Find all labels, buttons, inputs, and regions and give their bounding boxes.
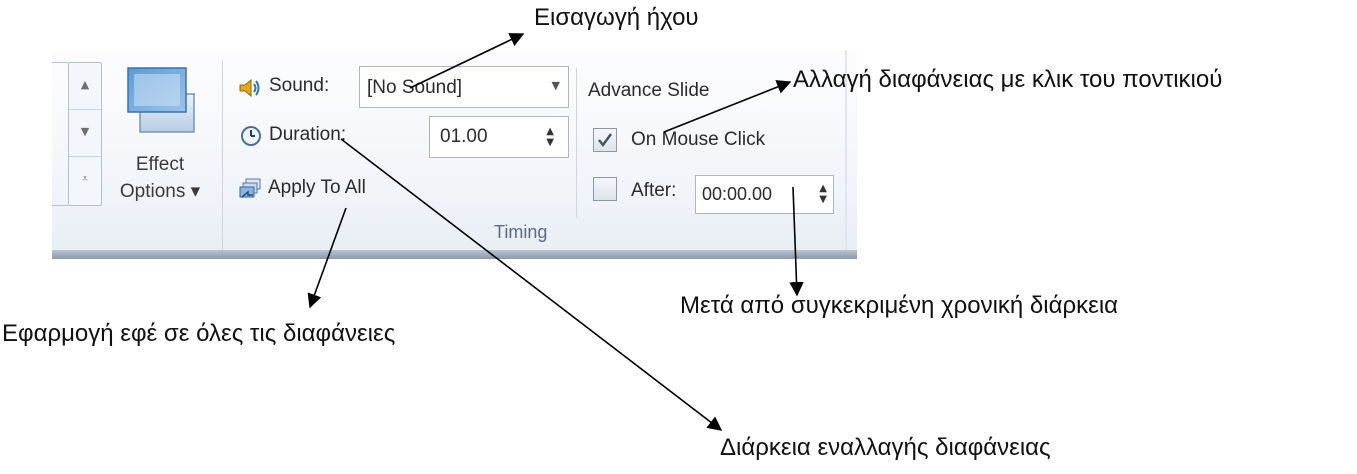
- annotation-apply-all: Εφαρμογή εφέ σε όλες τις διαφάνειες: [2, 320, 396, 347]
- arrow-sound: [409, 33, 525, 89]
- arrow-after-time: [789, 186, 804, 297]
- annotation-duration: Διάρκεια εναλλαγής διαφάνειας: [720, 434, 1051, 461]
- arrow-duration: [340, 138, 723, 431]
- arrow-mouse-click: [663, 80, 792, 133]
- annotation-mouse-click: Αλλαγή διαφάνειας με κλικ του ποντικιού: [793, 66, 1223, 93]
- annotation-after-time: Μετά από συγκεκριμένη χρονική διάρκεια: [680, 292, 1119, 319]
- arrow-apply-all: [307, 207, 347, 309]
- annotation-sound: Εισαγωγή ήχου: [534, 4, 699, 31]
